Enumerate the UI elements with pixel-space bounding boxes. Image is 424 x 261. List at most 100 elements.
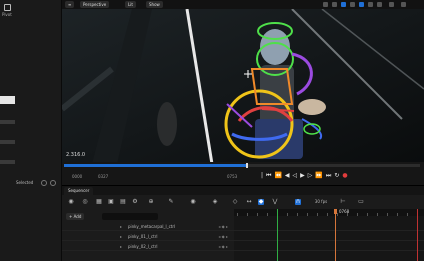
jump-end-icon[interactable]: ⏭ <box>326 172 331 180</box>
camera-speed-icon[interactable] <box>389 2 394 7</box>
record-icon[interactable]: ● <box>342 172 347 180</box>
scrub-handle[interactable] <box>245 163 248 168</box>
ruler-tick <box>407 213 408 216</box>
ruler-tick <box>267 213 268 216</box>
settings-icon[interactable]: ⚙ <box>132 199 138 205</box>
tab-sequencer[interactable]: Sequencer <box>64 187 94 195</box>
camera-icon[interactable]: ▤ <box>120 199 126 205</box>
time-ruler[interactable] <box>234 209 424 216</box>
track-row[interactable]: ▸ pinky_02_l_ctrl ◂ ◆ ▸ <box>62 242 234 251</box>
visibility-icon[interactable]: ◉ <box>190 199 196 205</box>
timeline-row[interactable] <box>234 222 424 231</box>
tab-label: Sequencer <box>68 188 90 193</box>
sequencer-panel: Sequencer ◉ ◎ ▦ ▣ ▤ ⚙ ⊕ ✎ ◉ ◈ ◇ ↔ ◆ ⋁ ∩ … <box>62 185 424 261</box>
ruler-tick <box>377 213 378 216</box>
curve-icon[interactable]: ⋁ <box>272 199 278 205</box>
end-marker[interactable] <box>417 209 418 261</box>
render-icon[interactable]: ▣ <box>108 199 114 205</box>
pivot-icon[interactable] <box>4 4 11 11</box>
step-forward-key-icon[interactable]: ⏩ <box>315 172 322 180</box>
ruler-tick <box>257 213 258 216</box>
chevron-down-icon[interactable] <box>41 180 47 186</box>
viewport-timecode: 2.316.0 <box>66 152 86 158</box>
level-viewport[interactable]: ≡ Perspective Lit Show 2.316.0 0000 0327… <box>62 0 424 185</box>
key-controls[interactable]: ◂ ◆ ▸ <box>218 242 228 251</box>
viewport-scene[interactable] <box>62 9 424 164</box>
track-name: pinky_01_l_ctrl <box>128 234 158 239</box>
show-button[interactable]: Show <box>146 1 163 8</box>
viewport-toolbar: ≡ Perspective Lit Show <box>62 0 424 9</box>
keyframe-icon[interactable]: ◇ <box>232 199 238 205</box>
ruler-tick <box>297 213 298 216</box>
playhead-frame: 0768 <box>339 209 350 214</box>
film-icon[interactable]: ▦ <box>96 199 102 205</box>
jump-start-icon[interactable]: ⏮ <box>266 172 271 180</box>
grid-snap-icon[interactable] <box>377 2 382 7</box>
select-mode-icon[interactable] <box>323 2 328 7</box>
play-icon[interactable]: ▶ <box>300 172 305 180</box>
sequencer-body: + Add ▸ pinky_metacarpal_l_ctrl ◂ ◆ ▸ ▸ … <box>62 209 424 261</box>
range-start[interactable]: 0000 <box>72 174 82 179</box>
translate-icon[interactable] <box>332 2 337 7</box>
property-field[interactable] <box>0 96 15 104</box>
rotate-icon[interactable] <box>341 2 346 7</box>
expand-icon[interactable]: ▸ <box>120 232 122 241</box>
selected-dropdown[interactable]: Selected <box>16 180 33 185</box>
magnet-icon[interactable]: ∩ <box>295 199 301 205</box>
filter-icon[interactable]: ⊕ <box>148 199 154 205</box>
property-field[interactable] <box>0 160 15 164</box>
perspective-button[interactable]: Perspective <box>80 1 110 8</box>
property-field[interactable] <box>0 120 15 124</box>
scale-icon[interactable] <box>350 2 355 7</box>
sequencer-toolbar: ◉ ◎ ▦ ▣ ▤ ⚙ ⊕ ✎ ◉ ◈ ◇ ↔ ◆ ⋁ ∩ 30 fps ⊢ ▭ <box>62 197 424 207</box>
timeline-row[interactable] <box>234 242 424 251</box>
search-input[interactable] <box>102 213 158 220</box>
ruler-tick <box>247 213 248 216</box>
step-back-icon[interactable]: ◀ <box>285 172 290 180</box>
snap-icon[interactable] <box>368 2 373 7</box>
ruler-tick <box>397 213 398 216</box>
playback-progress <box>64 164 246 167</box>
expand-icon[interactable]: ▸ <box>120 222 122 231</box>
play-reverse-icon[interactable]: ◁ <box>293 172 298 180</box>
track-row[interactable]: ▸ pinky_metacarpal_l_ctrl ◂ ◆ ▸ <box>62 222 234 231</box>
interpolation-icon[interactable]: ↔ <box>246 199 252 205</box>
playhead-icon[interactable]: ⊢ <box>340 199 346 205</box>
ruler-tick <box>237 213 238 216</box>
snap-icon[interactable]: ◆ <box>258 199 264 205</box>
options-icon[interactable] <box>50 180 56 186</box>
ruler-tick <box>357 213 358 216</box>
timeline-area[interactable]: 0768 <box>234 209 424 261</box>
loop-icon[interactable]: ↻ <box>334 172 339 180</box>
show-label: Show <box>149 2 160 7</box>
menu-button[interactable]: ≡ <box>65 1 75 8</box>
current-frame[interactable]: 0753 <box>227 174 237 179</box>
key-controls[interactable]: ◂ ◆ ▸ <box>218 232 228 241</box>
lit-button[interactable]: Lit <box>125 1 136 8</box>
expand-icon[interactable]: ▸ <box>120 242 122 251</box>
maximize-icon[interactable] <box>401 2 406 7</box>
save-icon[interactable]: ◉ <box>68 199 74 205</box>
key-controls[interactable]: ◂ ◆ ▸ <box>218 222 228 231</box>
details-panel: Pivot Selected <box>0 0 62 261</box>
range-end[interactable]: 0327 <box>98 174 108 179</box>
auto-key-icon[interactable]: ◈ <box>212 199 218 205</box>
property-field[interactable] <box>0 140 15 144</box>
track-row[interactable]: ▸ pinky_01_l_ctrl ◂ ◆ ▸ <box>62 232 234 241</box>
timeline-row[interactable] <box>234 232 424 241</box>
key-icon[interactable]: ✎ <box>168 199 174 205</box>
world-space-icon[interactable] <box>359 2 364 7</box>
world-icon[interactable]: ◎ <box>82 199 88 205</box>
step-forward-icon[interactable]: ▷ <box>308 172 313 180</box>
ruler-tick <box>327 213 328 216</box>
start-marker[interactable] <box>277 209 278 261</box>
pivot-label: Pivot <box>2 12 12 17</box>
ruler-tick <box>367 213 368 216</box>
transport-controls: | ⏮ ⏪ ◀ ◁ ▶ ▷ ⏩ ⏭ ↻ ● <box>261 172 348 180</box>
add-track-button[interactable]: + Add <box>66 213 85 220</box>
perspective-label: Perspective <box>83 2 107 7</box>
track-name: pinky_02_l_ctrl <box>128 244 158 249</box>
fps-selector[interactable]: 30 fps <box>312 199 330 205</box>
view-options-icon[interactable]: ▭ <box>358 199 364 205</box>
step-back-key-icon[interactable]: ⏪ <box>274 172 281 180</box>
